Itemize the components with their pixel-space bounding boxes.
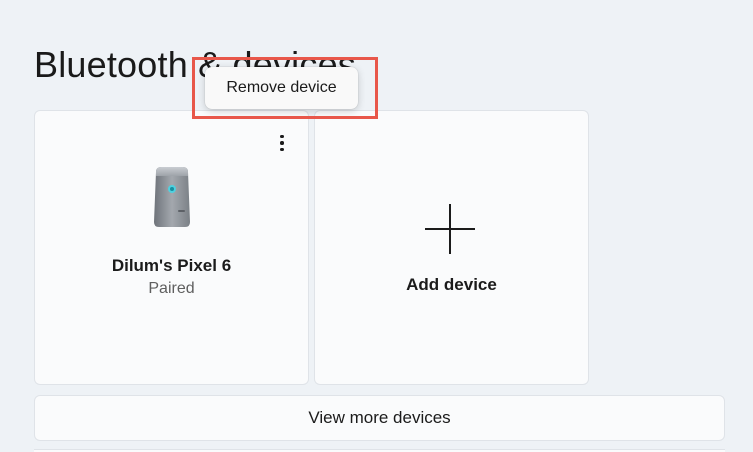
remove-device-menu-item[interactable]: Remove device <box>205 67 358 109</box>
device-card[interactable]: Dilum's Pixel 6 Paired <box>34 110 309 385</box>
view-more-devices-button[interactable]: View more devices <box>34 395 725 441</box>
more-dot <box>280 134 284 139</box>
device-status: Paired <box>148 280 195 297</box>
add-device-label: Add device <box>406 275 497 294</box>
device-name: Dilum's Pixel 6 <box>111 256 232 275</box>
plus-icon <box>425 204 475 254</box>
more-options-icon[interactable] <box>272 131 292 155</box>
add-device-button[interactable]: Add device <box>314 110 589 385</box>
phone-device-icon <box>154 167 190 227</box>
more-dot <box>280 147 284 152</box>
more-dot <box>280 141 284 145</box>
